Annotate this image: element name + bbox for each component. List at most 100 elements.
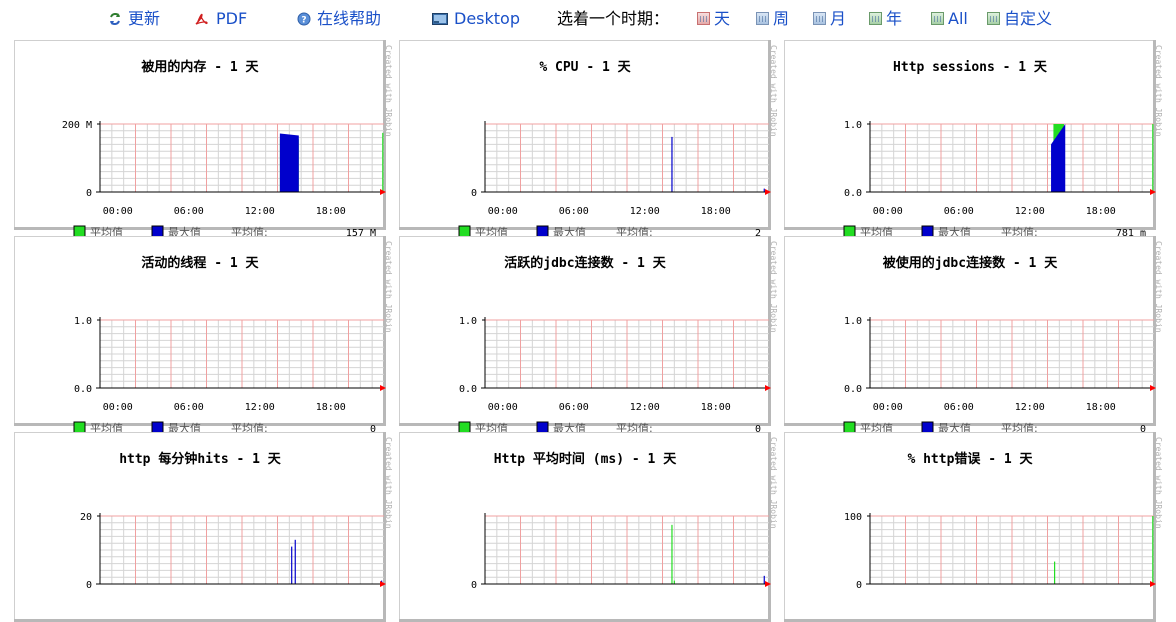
- x-tick-label: 00:00: [103, 402, 133, 413]
- y-tick-label: 0.0: [74, 384, 92, 395]
- y-tick-label: 200 M: [62, 120, 92, 131]
- calendar-week-icon: [756, 12, 769, 25]
- x-tick-label: 18:00: [701, 402, 731, 413]
- x-tick-label: 12:00: [630, 206, 660, 217]
- period-day[interactable]: 天: [697, 8, 730, 30]
- y-tick-label: 1.0: [844, 120, 862, 131]
- chart-title: 被使用的jdbc连接数 - 1 天: [882, 255, 1058, 271]
- chart-title: http 每分钟hits - 1 天: [119, 451, 282, 467]
- y-tick-label: 100: [844, 512, 862, 523]
- chart-panel[interactable]: % http错误 - 1 天 0 100 Created with JRobin: [784, 432, 1163, 622]
- help-icon: ?: [297, 12, 311, 26]
- period-week[interactable]: 周: [756, 8, 789, 30]
- axis-arrow-icon: [1150, 385, 1156, 391]
- x-tick-label: 12:00: [1015, 402, 1045, 413]
- period-all[interactable]: All: [931, 8, 968, 30]
- x-tick-label: 06:00: [559, 402, 589, 413]
- x-tick-label: 00:00: [873, 402, 903, 413]
- period-year[interactable]: 年: [869, 8, 902, 30]
- x-tick-label: 00:00: [488, 402, 518, 413]
- calendar-custom-icon: [987, 12, 1000, 25]
- chart-title: % CPU - 1 天: [539, 60, 631, 75]
- y-tick-label: 0.0: [844, 384, 862, 395]
- pdf-link[interactable]: PDF: [195, 8, 247, 30]
- x-tick-label: 06:00: [174, 402, 204, 413]
- watermark: Created with JRobin: [1154, 437, 1163, 529]
- period-custom[interactable]: 自定义: [987, 8, 1052, 30]
- axis-arrow-icon: [765, 581, 771, 587]
- x-tick-label: 00:00: [873, 206, 903, 217]
- x-tick-label: 00:00: [103, 206, 133, 217]
- desktop-icon: [432, 13, 448, 25]
- watermark: Created with JRobin: [384, 241, 393, 333]
- y-tick-label: 0: [856, 580, 862, 591]
- y-tick-label: 0.0: [844, 188, 862, 199]
- chart-title: 活动的线程 - 1 天: [141, 255, 259, 271]
- desktop-link[interactable]: Desktop: [432, 8, 520, 30]
- period-label: 选着一个时期：: [557, 9, 670, 28]
- x-tick-label: 18:00: [1086, 402, 1116, 413]
- svg-text:?: ?: [301, 16, 306, 26]
- chart-panel[interactable]: 活动的线程 - 1 天 0.0 1.0 00:00 06:00 12:00 18:00 Cre…: [14, 236, 393, 453]
- x-tick-label: 00:00: [488, 206, 518, 217]
- axis-arrow-icon: [380, 581, 386, 587]
- x-tick-label: 12:00: [245, 402, 275, 413]
- chart-svg: % http错误 - 1 天 0 100 Created with JRobin: [844, 437, 1163, 591]
- y-tick-label: 20: [80, 512, 92, 523]
- chart-panel[interactable]: 被使用的jdbc连接数 - 1 天 0.0 1.0 00:00 06:00 12:00 18…: [784, 236, 1163, 453]
- calendar-day-icon: [697, 12, 710, 25]
- watermark: Created with JRobin: [769, 437, 778, 529]
- x-tick-label: 06:00: [944, 402, 974, 413]
- y-tick-label: 0: [471, 188, 477, 199]
- watermark: Created with JRobin: [384, 45, 393, 137]
- chart-panel[interactable]: 被用的内存 - 1 天 0 200 M 00:00 06:00 12:00 18:00 Cre…: [14, 40, 393, 257]
- y-tick-label: 1.0: [844, 316, 862, 327]
- series-area: [279, 133, 299, 192]
- watermark: Created with JRobin: [769, 241, 778, 333]
- chart-svg: Http 平均时间 (ms) - 1 天 0 Created with JRobin: [471, 437, 778, 591]
- x-tick-label: 18:00: [316, 402, 346, 413]
- watermark: Created with JRobin: [384, 437, 393, 529]
- chart-panel[interactable]: http 每分钟hits - 1 天 0 20 Created with JRobin: [14, 432, 393, 622]
- x-tick-label: 06:00: [944, 206, 974, 217]
- calendar-month-icon: [813, 12, 826, 25]
- chart-title: 被用的内存 - 1 天: [140, 59, 259, 75]
- x-tick-label: 06:00: [559, 206, 589, 217]
- y-tick-label: 0: [471, 580, 477, 591]
- y-tick-label: 1.0: [459, 316, 477, 327]
- calendar-all-icon: [931, 12, 944, 25]
- chart-title: % http错误 - 1 天: [907, 451, 1033, 467]
- refresh-icon: [110, 13, 120, 25]
- chart-svg: http 每分钟hits - 1 天 0 20 Created with JRobin: [80, 437, 393, 591]
- refresh-link[interactable]: 更新: [108, 8, 160, 30]
- chart-panel[interactable]: % CPU - 1 天 0 00:00 06:00 12:00 18:00 Created …: [399, 40, 778, 257]
- x-tick-label: 18:00: [316, 206, 346, 217]
- period-month[interactable]: 月: [813, 8, 846, 30]
- x-tick-label: 18:00: [1086, 206, 1116, 217]
- watermark: Created with JRobin: [769, 45, 778, 137]
- x-tick-label: 18:00: [701, 206, 731, 217]
- help-link[interactable]: ? 在线帮助: [297, 8, 381, 30]
- chart-panel[interactable]: Http 平均时间 (ms) - 1 天 0 Created with JRobin: [399, 432, 778, 622]
- chart-title: Http sessions - 1 天: [893, 60, 1048, 75]
- chart-title: 活跃的jdbc连接数 - 1 天: [504, 255, 666, 271]
- x-tick-label: 06:00: [174, 206, 204, 217]
- series-area: [1051, 124, 1066, 192]
- watermark: Created with JRobin: [1154, 45, 1163, 137]
- pdf-icon: [195, 13, 208, 25]
- y-tick-label: 0: [86, 188, 92, 199]
- y-tick-label: 0: [86, 580, 92, 591]
- calendar-year-icon: [869, 12, 882, 25]
- chart-title: Http 平均时间 (ms) - 1 天: [494, 451, 677, 467]
- axis-arrow-icon: [765, 189, 771, 195]
- axis-arrow-icon: [765, 385, 771, 391]
- y-tick-label: 0.0: [459, 384, 477, 395]
- x-tick-label: 12:00: [1015, 206, 1045, 217]
- chart-panel[interactable]: 活跃的jdbc连接数 - 1 天 0.0 1.0 00:00 06:00 12:00 18:…: [399, 236, 778, 453]
- watermark: Created with JRobin: [1154, 241, 1163, 333]
- x-tick-label: 12:00: [630, 402, 660, 413]
- axis-arrow-icon: [380, 385, 386, 391]
- x-tick-label: 12:00: [245, 206, 275, 217]
- y-tick-label: 1.0: [74, 316, 92, 327]
- chart-panel[interactable]: Http sessions - 1 天 0.0 1.0 00:00 06:00 12:00…: [784, 40, 1163, 257]
